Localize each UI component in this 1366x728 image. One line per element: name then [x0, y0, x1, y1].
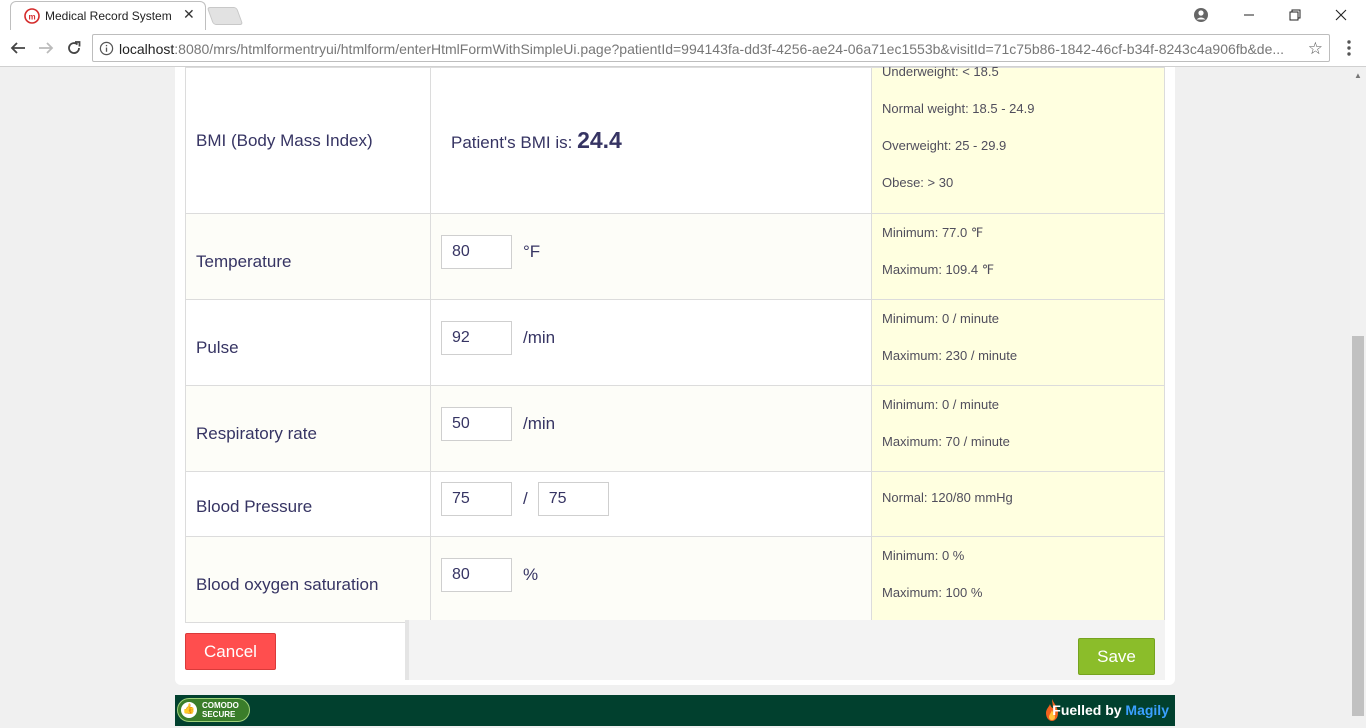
comodo-badge-line2: SECURE — [202, 710, 236, 719]
systolic-input[interactable]: 75 — [441, 482, 512, 516]
oxygen-label: Blood oxygen saturation — [185, 536, 431, 623]
page-viewport: BMI (Body Mass Index) Patient's BMI is: … — [0, 67, 1350, 728]
blood-pressure-separator: / — [523, 489, 528, 508]
url-path: :8080/mrs/htmlformentryui/htmlform/enter… — [174, 41, 1285, 57]
pulse-hint-min: Minimum: 0 / minute — [882, 311, 1000, 326]
comodo-secure-badge[interactable]: 👍 COMODO SECURE — [177, 698, 250, 722]
pulse-cell: 92/min — [430, 299, 872, 386]
fuelled-prefix: Fuelled by — [1052, 702, 1126, 718]
oxygen-hints: Minimum: 0 % Maximum: 100 % — [871, 536, 1165, 623]
thumbs-up-icon: 👍 — [181, 702, 197, 718]
new-tab-button[interactable] — [206, 7, 244, 25]
pulse-unit: /min — [523, 328, 556, 347]
bmi-prefix: Patient's BMI is: — [451, 133, 578, 152]
table-row-bmi: BMI (Body Mass Index) Patient's BMI is: … — [185, 67, 1165, 214]
respiratory-hint-max: Maximum: 70 / minute — [882, 434, 1010, 449]
url-text[interactable]: localhost:8080/mrs/htmlformentryui/htmlf… — [119, 41, 1299, 57]
scroll-up-arrow-icon[interactable]: ▲ — [1350, 67, 1366, 83]
temperature-cell: 80 °F — [430, 213, 872, 300]
temperature-hint-min: Minimum: 77.0 ℉ — [882, 225, 984, 240]
temperature-hints: Minimum: 77.0 ℉ Maximum: 109.4 ℉ — [871, 213, 1165, 300]
page-scrollbar[interactable]: ▲ — [1350, 67, 1366, 728]
url-host: localhost — [119, 41, 175, 57]
bmi-hint-obese: Obese: > 30 — [882, 175, 954, 190]
oxygen-unit: % — [523, 565, 539, 584]
blood-pressure-label: Blood Pressure — [185, 471, 431, 537]
tab-close-icon[interactable]: ✕ — [183, 6, 195, 23]
bmi-hint-overweight: Overweight: 25 - 29.9 — [882, 138, 1007, 153]
table-row-pulse: Pulse 92/min Minimum: 0 / minute Maximum… — [185, 299, 1165, 386]
table-row-respiratory: Respiratory rate 50/min Minimum: 0 / min… — [185, 385, 1165, 472]
vitals-table: BMI (Body Mass Index) Patient's BMI is: … — [185, 67, 1165, 623]
close-window-icon[interactable] — [1318, 0, 1364, 30]
cancel-button[interactable]: Cancel — [185, 633, 276, 670]
address-bar[interactable]: localhost:8080/mrs/htmlformentryui/htmlf… — [92, 34, 1330, 62]
minimize-icon[interactable] — [1226, 0, 1272, 30]
tab-title: Medical Record System — [45, 9, 172, 23]
bmi-label: BMI (Body Mass Index) — [185, 67, 431, 214]
blood-pressure-hints: Normal: 120/80 mmHg — [871, 471, 1165, 537]
save-button[interactable]: Save — [1078, 638, 1155, 675]
bmi-cell: Patient's BMI is: 24.4 — [430, 67, 872, 214]
diastolic-input[interactable]: 75 — [537, 482, 609, 516]
profile-icon[interactable] — [1178, 0, 1224, 30]
app-logo-icon: m — [24, 8, 40, 24]
bmi-hint-normal: Normal weight: 18.5 - 24.9 — [882, 101, 1035, 116]
vitals-form-card: BMI (Body Mass Index) Patient's BMI is: … — [175, 67, 1175, 685]
oxygen-cell: 80% — [430, 536, 872, 623]
browser-menu-icon[interactable] — [1341, 39, 1357, 57]
form-button-bar — [405, 620, 1165, 680]
bmi-hint-underweight: Underweight: < 18.5 — [882, 67, 999, 79]
comodo-badge-line1: COMODO — [202, 701, 239, 710]
temperature-hint-max: Maximum: 109.4 ℉ — [882, 262, 995, 277]
restore-icon[interactable] — [1272, 0, 1318, 30]
respiratory-label: Respiratory rate — [185, 385, 431, 472]
fuelled-by-credit: Fuelled by Magily — [1052, 702, 1169, 718]
page-footer: 👍 COMODO SECURE Fuelled by Magily — [175, 695, 1175, 726]
blood-pressure-hint-normal: Normal: 120/80 mmHg — [882, 490, 1013, 505]
pulse-hint-max: Maximum: 230 / minute — [882, 348, 1018, 363]
respiratory-unit: /min — [523, 414, 556, 433]
temperature-label: Temperature — [185, 213, 431, 300]
temperature-input[interactable]: 80 — [441, 235, 512, 269]
scroll-thumb[interactable] — [1352, 336, 1364, 716]
site-info-icon[interactable] — [99, 41, 114, 56]
reload-icon[interactable] — [64, 38, 84, 58]
table-row-temperature: Temperature 80 °F Minimum: 77.0 ℉ Maximum… — [185, 213, 1165, 300]
temperature-unit: °F — [523, 242, 541, 261]
respiratory-hint-min: Minimum: 0 / minute — [882, 397, 1000, 412]
table-row-oxygen: Blood oxygen saturation 80% Minimum: 0 %… — [185, 536, 1165, 623]
respiratory-cell: 50/min — [430, 385, 872, 472]
pulse-label: Pulse — [185, 299, 431, 386]
pulse-input[interactable]: 92 — [441, 321, 512, 355]
fuelled-brand-link[interactable]: Magily — [1125, 702, 1169, 718]
oxygen-hint-max: Maximum: 100 % — [882, 585, 983, 600]
bmi-hints: Underweight: < 18.5 Normal weight: 18.5 … — [871, 67, 1165, 214]
oxygen-hint-min: Minimum: 0 % — [882, 548, 965, 563]
respiratory-input[interactable]: 50 — [441, 407, 512, 441]
bookmark-star-icon[interactable]: ☆ — [1308, 39, 1323, 59]
pulse-hints: Minimum: 0 / minute Maximum: 230 / minut… — [871, 299, 1165, 386]
table-row-blood-pressure: Blood Pressure 75 / 75 Normal: 120/80 mmHg — [185, 471, 1165, 537]
back-arrow-icon[interactable] — [8, 38, 28, 58]
blood-pressure-cell: 75 / 75 — [430, 471, 872, 537]
respiratory-hints: Minimum: 0 / minute Maximum: 70 / minute — [871, 385, 1165, 472]
browser-toolbar: localhost:8080/mrs/htmlformentryui/htmlf… — [0, 30, 1366, 67]
oxygen-input[interactable]: 80 — [441, 558, 512, 592]
browser-tab-bar: m Medical Record System ✕ — [0, 0, 1366, 30]
browser-tab[interactable]: m Medical Record System ✕ — [10, 1, 206, 30]
forward-arrow-icon[interactable] — [36, 38, 56, 58]
bmi-value: 24.4 — [577, 127, 622, 153]
svg-text:m: m — [28, 13, 35, 22]
